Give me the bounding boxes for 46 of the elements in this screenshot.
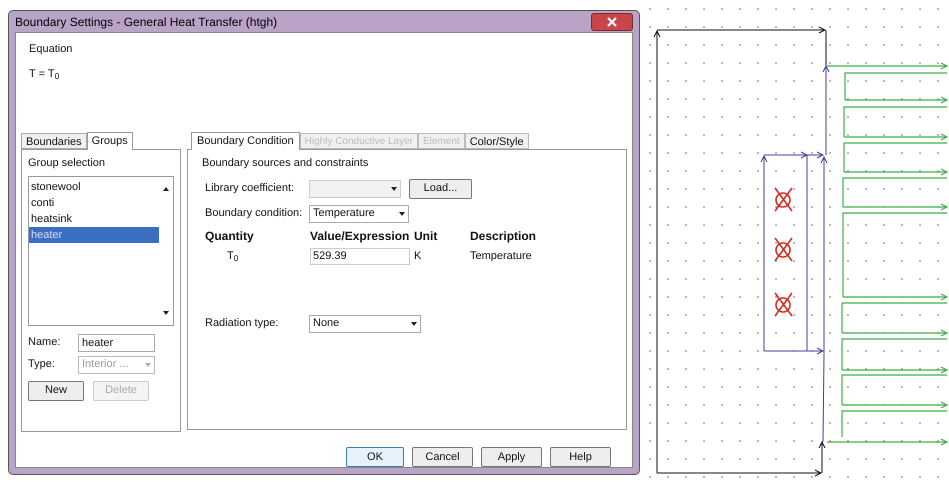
column-header: Quantity bbox=[205, 228, 255, 244]
dropdown-arrow-icon bbox=[411, 322, 417, 326]
heat-source-icon bbox=[774, 187, 793, 212]
column-header: Description bbox=[470, 228, 538, 244]
boundary-condition-dropdown[interactable]: Temperature bbox=[309, 204, 409, 222]
list-item[interactable]: conti bbox=[29, 194, 159, 210]
heat-source-icon bbox=[774, 237, 793, 262]
tab[interactable]: Groups bbox=[86, 132, 133, 150]
new-button[interactable]: New bbox=[28, 380, 84, 400]
scroll-up-icon[interactable] bbox=[163, 186, 169, 190]
equation-label: Equation bbox=[29, 42, 74, 57]
tab[interactable]: Boundaries bbox=[21, 133, 87, 149]
window-title: Boundary Settings - General Heat Transfer (htgh) bbox=[15, 14, 278, 30]
dropdown-arrow-icon bbox=[145, 362, 151, 366]
heat-source-icon bbox=[774, 292, 793, 317]
name-field[interactable]: heater bbox=[78, 334, 155, 352]
unit-cell-text: K bbox=[414, 248, 422, 264]
load-button[interactable]: Load... bbox=[409, 178, 472, 198]
quantity-cell-text: T$_{0}$ bbox=[226, 248, 240, 264]
close-button[interactable] bbox=[591, 12, 633, 30]
dropdown-arrow-icon bbox=[391, 186, 397, 190]
name-label: Name: bbox=[28, 335, 62, 350]
list-item[interactable]: heater bbox=[29, 226, 159, 242]
radiation-type-dropdown[interactable]: None bbox=[309, 314, 421, 332]
close-icon bbox=[607, 16, 617, 26]
section-label: Boundary sources and constraints bbox=[202, 156, 370, 171]
group-selection-label: Group selection bbox=[28, 156, 106, 171]
list-item[interactable]: heatsink bbox=[29, 210, 159, 226]
ok-button[interactable]: OK bbox=[346, 447, 404, 467]
boundary-condition-label: Boundary condition: bbox=[205, 206, 304, 222]
type-label: Type: bbox=[28, 357, 56, 372]
description-cell-text: Temperature bbox=[470, 248, 533, 264]
column-header: Value/Expression bbox=[310, 228, 410, 244]
equation-formula: T = T$_{0}$ bbox=[29, 66, 60, 82]
scroll-down-icon[interactable] bbox=[163, 310, 169, 314]
dropdown-arrow-icon bbox=[399, 212, 405, 216]
apply-button[interactable]: Apply bbox=[481, 447, 542, 467]
tab[interactable]: Boundary Condition bbox=[191, 132, 300, 150]
help-button[interactable]: Help bbox=[550, 447, 611, 467]
tab[interactable]: Color/Style bbox=[464, 133, 528, 149]
cancel-button[interactable]: Cancel bbox=[412, 447, 473, 467]
value-field[interactable]: 529.39 bbox=[310, 248, 410, 264]
list-item[interactable]: stonewool bbox=[29, 178, 159, 194]
radiation-type-label: Radiation type: bbox=[205, 316, 280, 332]
library-coefficient-label: Library coefficient: bbox=[205, 181, 296, 196]
column-header: Unit bbox=[414, 228, 438, 244]
